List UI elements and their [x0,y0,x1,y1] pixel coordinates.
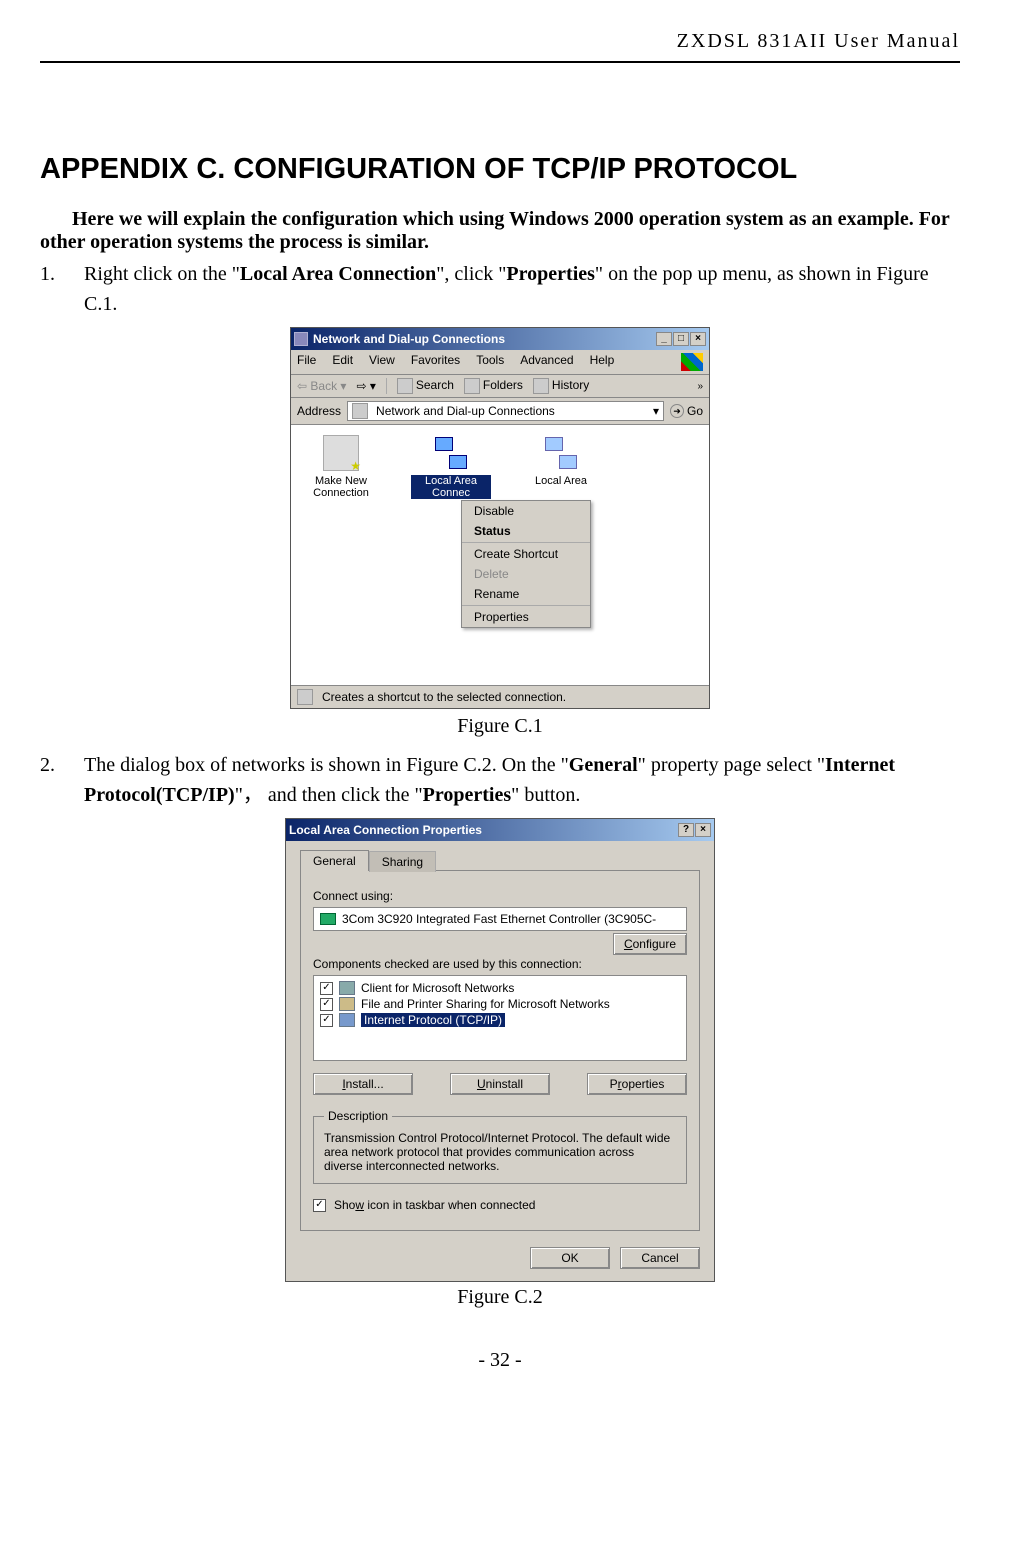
ctx-properties[interactable]: Properties [462,607,590,627]
history-icon [533,378,549,394]
status-icon [297,689,313,705]
wizard-icon [323,435,359,471]
client-icon [339,981,355,995]
local-area-connection-selected[interactable]: Local Area Connec [411,435,491,499]
address-label: Address [297,404,341,418]
menu-view[interactable]: View [369,353,395,371]
windows-logo-icon [681,353,703,371]
install-button[interactable]: Install... [313,1073,413,1095]
step-1-num: 1. [40,259,84,319]
ok-button[interactable]: OK [530,1247,610,1269]
doc-header: ZXDSL 831AII User Manual [40,30,960,63]
uninstall-button[interactable]: Uninstall [450,1073,550,1095]
protocol-icon [339,1013,355,1027]
step-2-num: 2. [40,750,84,810]
figure-c1-window: Network and Dial-up Connections _ □ × Fi… [290,327,710,709]
go-icon: ➜ [670,404,684,418]
nic-icon [320,913,336,925]
connect-using-label: Connect using: [313,889,687,903]
search-icon [397,378,413,394]
dialog-title: Local Area Connection Properties [289,823,482,837]
cancel-button[interactable]: Cancel [620,1247,700,1269]
figure-c2-dialog: Local Area Connection Properties ? × Gen… [285,818,715,1282]
forward-button[interactable]: ⇨ ▾ [356,379,375,393]
ctx-create-shortcut[interactable]: Create Shortcut [462,544,590,564]
ctx-status[interactable]: Status [462,521,590,541]
ctx-disable[interactable]: Disable [462,501,590,521]
menu-edit[interactable]: Edit [332,353,353,371]
tab-panel-general: Connect using: 3Com 3C920 Integrated Fas… [300,870,700,1231]
checkbox-icon[interactable]: ✓ [320,982,333,995]
menu-advanced[interactable]: Advanced [520,353,573,371]
network-icon [433,435,469,471]
component-file-print[interactable]: ✓ File and Printer Sharing for Microsoft… [318,996,682,1012]
toolbar-overflow-icon[interactable]: » [697,381,703,392]
menu-favorites[interactable]: Favorites [411,353,460,371]
address-icon [352,403,368,419]
history-button[interactable]: History [533,378,589,394]
component-tcpip[interactable]: ✓ Internet Protocol (TCP/IP) [318,1012,682,1028]
checkbox-icon[interactable]: ✓ [320,998,333,1011]
local-area-connection-2[interactable]: Local Area [521,435,601,499]
help-button[interactable]: ? [678,823,694,837]
step-2: 2. The dialog box of networks is shown i… [40,750,960,810]
checkbox-icon[interactable]: ✓ [320,1014,333,1027]
make-new-connection-icon[interactable]: Make New Connection [301,435,381,499]
folders-button[interactable]: Folders [464,378,523,394]
description-group: Description Transmission Control Protoco… [313,1109,687,1184]
window-icon [294,332,308,346]
description-legend: Description [324,1109,392,1123]
ctx-delete: Delete [462,564,590,584]
show-icon-label: Show icon in taskbar when connected [334,1198,535,1212]
folders-icon [464,378,480,394]
context-menu: Disable Status Create Shortcut Delete Re… [461,500,591,628]
back-button[interactable]: ⇦ Back ▾ [297,379,346,393]
appendix-heading: APPENDIX C. CONFIGURATION OF TCP/IP PROT… [40,153,960,186]
component-client[interactable]: ✓ Client for Microsoft Networks [318,980,682,996]
go-button[interactable]: ➜Go [670,404,703,418]
toolbar-separator [386,378,387,394]
tab-general[interactable]: General [300,850,369,871]
ctx-rename[interactable]: Rename [462,584,590,604]
intro-paragraph: Here we will explain the configuration w… [40,208,960,254]
figure-c1-caption: Figure C.1 [40,715,960,738]
minimize-button[interactable]: _ [656,332,672,346]
maximize-button[interactable]: □ [673,332,689,346]
close-button[interactable]: × [690,332,706,346]
dialog-tabs: General Sharing [300,849,700,870]
step-1: 1. Right click on the "Local Area Connec… [40,259,960,319]
description-text: Transmission Control Protocol/Internet P… [324,1131,676,1173]
window-titlebar: Network and Dial-up Connections _ □ × [291,328,709,350]
configure-button[interactable]: Configure [613,933,687,955]
address-input[interactable]: Network and Dial-up Connections ▾ [347,401,664,421]
status-bar: Creates a shortcut to the selected conne… [291,685,709,708]
address-bar: Address Network and Dial-up Connections … [291,398,709,425]
figure-c2-caption: Figure C.2 [40,1286,960,1309]
menu-help[interactable]: Help [590,353,615,371]
menu-file[interactable]: File [297,353,316,371]
show-icon-checkbox[interactable]: ✓ [313,1199,326,1212]
components-label: Components checked are used by this conn… [313,957,687,971]
search-button[interactable]: Search [397,378,454,394]
window-title: Network and Dial-up Connections [313,332,505,346]
address-dropdown-icon[interactable]: ▾ [653,404,659,418]
page-number: - 32 - [40,1349,960,1372]
toolbar: ⇦ Back ▾ ⇨ ▾ Search Folders History » [291,375,709,398]
tab-sharing[interactable]: Sharing [369,851,436,872]
nic-field: 3Com 3C920 Integrated Fast Ethernet Cont… [313,907,687,931]
menu-tools[interactable]: Tools [476,353,504,371]
components-list[interactable]: ✓ Client for Microsoft Networks ✓ File a… [313,975,687,1061]
dialog-titlebar: Local Area Connection Properties ? × [286,819,714,841]
menu-bar: File Edit View Favorites Tools Advanced … [291,350,709,375]
close-button[interactable]: × [695,823,711,837]
properties-button[interactable]: Properties [587,1073,687,1095]
printer-icon [339,997,355,1011]
network-icon [543,435,579,471]
window-client-area: Make New Connection Local Area Connec Lo… [291,425,709,685]
